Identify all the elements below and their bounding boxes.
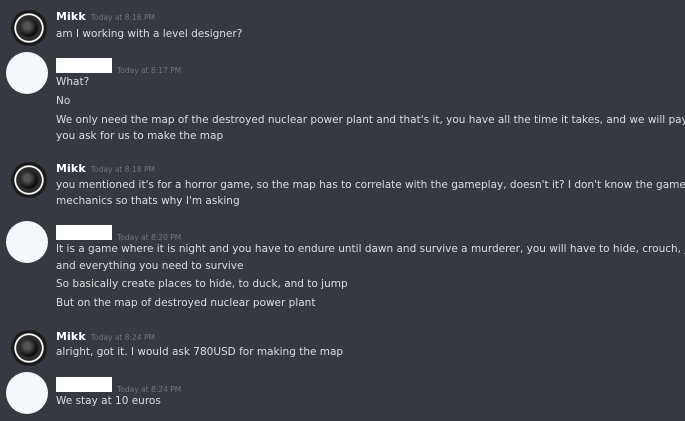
username-redacted[interactable] xyxy=(56,58,112,73)
avatar-redacted[interactable] xyxy=(6,221,48,263)
username-redacted[interactable] xyxy=(56,377,112,392)
message-text: alright, got it. I would ask 780USD for … xyxy=(56,346,344,358)
avatar-redacted[interactable] xyxy=(6,52,48,94)
message-text: We stay at 10 euros xyxy=(56,395,161,407)
message-text: We only need the map of the destroyed nu… xyxy=(56,114,685,126)
avatar-mikk[interactable] xyxy=(12,331,46,365)
message-text: What? xyxy=(56,76,90,88)
username-redacted[interactable] xyxy=(56,225,112,240)
message-text: But on the map of destroyed nuclear powe… xyxy=(56,297,316,309)
timestamp: Today at 8:16 PM xyxy=(90,13,155,22)
message-text: It is a game where it is night and you h… xyxy=(56,243,685,255)
message-header: Mikk Today at 8:16 PM xyxy=(56,10,155,26)
message-text: am I working with a level designer? xyxy=(56,28,243,40)
username[interactable]: Mikk xyxy=(56,10,86,23)
timestamp: Today at 8:24 PM xyxy=(90,333,155,342)
message-text: mechanics so thats why I'm asking xyxy=(56,195,240,207)
message-header: Mikk Today at 8:18 PM xyxy=(56,162,155,178)
chat-log: Mikk Today at 8:16 PM am I working with … xyxy=(0,0,685,421)
message-text: and everything you need to survive xyxy=(56,260,244,272)
avatar-mikk[interactable] xyxy=(12,11,46,45)
username[interactable]: Mikk xyxy=(56,330,86,343)
message-text: you ask for us to make the map xyxy=(56,130,224,142)
message-text: No xyxy=(56,95,71,107)
message-header: Today at 8:17 PM xyxy=(56,58,181,75)
avatar-redacted[interactable] xyxy=(6,372,48,414)
timestamp: Today at 8:18 PM xyxy=(90,165,155,174)
username[interactable]: Mikk xyxy=(56,162,86,175)
message-text: you mentioned it's for a horror game, so… xyxy=(56,179,685,191)
message-header: Today at 8:24 PM xyxy=(56,377,181,394)
message-header: Today at 8:20 PM xyxy=(56,225,181,242)
message-text: So basically create places to hide, to d… xyxy=(56,278,348,290)
avatar-mikk[interactable] xyxy=(12,163,46,197)
